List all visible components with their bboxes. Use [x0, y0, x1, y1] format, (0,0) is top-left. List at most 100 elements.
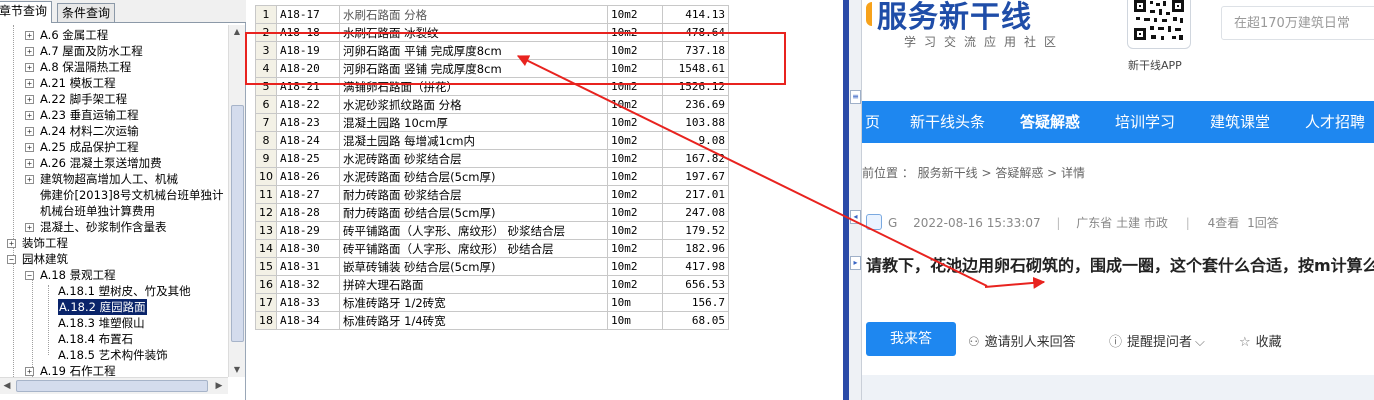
table-row[interactable]: 14 A18-30 砖平铺路面（人字形、席纹形） 砂结合层 10m2 182.96 [255, 239, 729, 258]
code-cell[interactable]: A18-34 [276, 311, 340, 330]
scroll-thumb[interactable] [231, 105, 244, 342]
row-number-cell[interactable]: 11 [255, 185, 277, 204]
row-number-cell[interactable]: 14 [255, 239, 277, 258]
scroll-right-icon[interactable]: ▶ [212, 379, 226, 393]
expand-icon[interactable]: + [25, 127, 34, 136]
row-number-cell[interactable]: 1 [255, 5, 277, 24]
table-row[interactable]: 6 A18-22 水泥砂浆抓纹路面 分格 10m2 236.69 [255, 95, 729, 114]
price-cell[interactable]: 247.08 [662, 203, 729, 222]
unit-cell[interactable]: 10m2 [607, 95, 663, 114]
price-cell[interactable]: 656.53 [662, 275, 729, 294]
row-number-cell[interactable]: 9 [255, 149, 277, 168]
row-number-cell[interactable]: 7 [255, 113, 277, 132]
scroll-down-icon[interactable]: ▼ [230, 363, 244, 377]
tree-item[interactable]: + A.22 脚手架工程 [0, 91, 226, 107]
price-cell[interactable]: 414.13 [662, 5, 729, 24]
unit-cell[interactable]: 10m2 [607, 113, 663, 132]
code-cell[interactable]: A18-26 [276, 167, 340, 186]
tree-horizontal-scrollbar[interactable]: ◀ ▶ [0, 377, 228, 394]
table-row[interactable]: 1 A18-17 水刷石路面 分格 10m2 414.13 [255, 5, 729, 24]
table-row[interactable]: 16 A18-32 拼碎大理石路面 10m2 656.53 [255, 275, 729, 294]
tree-vertical-scrollbar[interactable]: ▲ ▼ [228, 25, 245, 377]
price-cell[interactable]: 217.01 [662, 185, 729, 204]
code-cell[interactable]: A18-27 [276, 185, 340, 204]
unit-cell[interactable]: 10m2 [607, 149, 663, 168]
name-cell[interactable]: 耐力砖路面 砂结合层(5cm厚) [339, 203, 608, 222]
tree-item[interactable]: + 混凝土、砂浆制作含量表 [0, 219, 226, 235]
nav-item-classroom[interactable]: 建筑课堂 [1210, 101, 1270, 143]
table-row[interactable]: 18 A18-34 标准砖路牙 1/4砖宽 10m 68.05 [255, 311, 729, 330]
tree-item[interactable]: 佛建价[2013]8号文机械台班单独计 [0, 187, 226, 203]
expand-icon[interactable]: + [25, 143, 34, 152]
expand-icon[interactable]: + [25, 79, 34, 88]
code-cell[interactable]: A18-30 [276, 239, 340, 258]
nav-item-jobs[interactable]: 人才招聘 [1305, 101, 1365, 143]
expand-icon[interactable]: + [25, 47, 34, 56]
row-number-cell[interactable]: 10 [255, 167, 277, 186]
site-search-input[interactable]: 在超170万建筑日常 [1221, 6, 1374, 40]
tree-item[interactable]: − 园林建筑 [0, 251, 226, 267]
breadcrumb[interactable]: 前位置 ： 服务新干线 > 答疑解惑 > 详情 [862, 164, 1085, 181]
expand-icon[interactable]: + [25, 95, 34, 104]
row-number-cell[interactable]: 15 [255, 257, 277, 276]
code-cell[interactable]: A18-29 [276, 221, 340, 240]
collapse-icon[interactable]: − [7, 255, 16, 264]
collapse-icon[interactable]: − [25, 271, 34, 280]
price-cell[interactable]: 156.7 [662, 293, 729, 312]
invite-answer-link[interactable]: ⚇ 邀请别人来回答 [968, 331, 1076, 350]
table-row[interactable]: 9 A18-25 水泥砖路面 砂浆结合层 10m2 167.82 [255, 149, 729, 168]
tree-item[interactable]: + A.26 混凝土泵送增加费 [0, 155, 226, 171]
unit-cell[interactable]: 10m2 [607, 131, 663, 150]
scroll-up-icon[interactable]: ▲ [230, 25, 244, 39]
price-cell[interactable]: 9.08 [662, 131, 729, 150]
row-number-cell[interactable]: 18 [255, 311, 277, 330]
tree-item[interactable]: + A.25 成品保护工程 [0, 139, 226, 155]
expand-icon[interactable]: + [25, 31, 34, 40]
expand-icon[interactable]: + [25, 223, 34, 232]
code-cell[interactable]: A18-23 [276, 113, 340, 132]
row-number-cell[interactable]: 8 [255, 131, 277, 150]
tree-item-selected[interactable]: A.18.2 庭园路面 [0, 298, 226, 316]
table-row[interactable]: 10 A18-26 水泥砖路面 砂结合层(5cm厚) 10m2 197.67 [255, 167, 729, 186]
code-cell[interactable]: A18-24 [276, 131, 340, 150]
tree-item[interactable]: + 装饰工程 [0, 235, 226, 251]
collapse-handle-icon[interactable]: ≡ [850, 90, 861, 104]
name-cell[interactable]: 砖平铺路面（人字形、席纹形） 砂浆结合层 [339, 221, 608, 240]
table-row[interactable]: 15 A18-31 嵌草砖铺装 砂结合层(5cm厚) 10m2 417.98 [255, 257, 729, 276]
tab-chapter-query[interactable]: 章节查询 [0, 1, 53, 23]
unit-cell[interactable]: 10m2 [607, 185, 663, 204]
code-cell[interactable]: A18-28 [276, 203, 340, 222]
code-cell[interactable]: A18-22 [276, 95, 340, 114]
unit-cell[interactable]: 10m2 [607, 5, 663, 24]
scroll-thumb[interactable] [16, 380, 208, 392]
unit-cell[interactable]: 10m [607, 293, 663, 312]
name-cell[interactable]: 混凝土园路 每增减1cm内 [339, 131, 608, 150]
remind-asker-link[interactable]: ⓘ 提醒提问者 ⌵ [1109, 331, 1210, 350]
table-row[interactable]: 7 A18-23 混凝土园路 10cm厚 10m2 103.88 [255, 113, 729, 132]
tree-item[interactable]: A.18.3 堆塑假山 [0, 315, 226, 331]
price-cell[interactable]: 236.69 [662, 95, 729, 114]
tree-item[interactable]: A.18.1 塑树皮、竹及其他 [0, 283, 226, 299]
tree-item[interactable]: + 建筑物超高增加人工、机械 [0, 171, 226, 187]
expand-icon[interactable]: + [7, 239, 16, 248]
unit-cell[interactable]: 10m2 [607, 167, 663, 186]
expand-icon[interactable]: + [25, 111, 34, 120]
tree-item[interactable]: + A.24 材料二次运输 [0, 123, 226, 139]
tree-item[interactable]: + A.21 模板工程 [0, 75, 226, 91]
code-cell[interactable]: A18-25 [276, 149, 340, 168]
table-row[interactable]: 13 A18-29 砖平铺路面（人字形、席纹形） 砂浆结合层 10m2 179.52 [255, 221, 729, 240]
app-download-label[interactable]: 新干线APP [1128, 57, 1182, 73]
tree-item[interactable]: + A.7 屋面及防水工程 [0, 43, 226, 59]
table-row[interactable]: 8 A18-24 混凝土园路 每增减1cm内 10m2 9.08 [255, 131, 729, 150]
nav-item-headlines[interactable]: 新干线头条 [910, 101, 985, 143]
unit-cell[interactable]: 10m2 [607, 257, 663, 276]
name-cell[interactable]: 耐力砖路面 砂浆结合层 [339, 185, 608, 204]
tree-item[interactable]: A.18.4 布置石 [0, 331, 226, 347]
table-row[interactable]: 12 A18-28 耐力砖路面 砂结合层(5cm厚) 10m2 247.08 [255, 203, 729, 222]
tree-item[interactable]: + A.19 石作工程 [0, 363, 226, 377]
asker-name[interactable]: G [888, 216, 897, 230]
price-cell[interactable]: 179.52 [662, 221, 729, 240]
row-number-cell[interactable]: 13 [255, 221, 277, 240]
code-cell[interactable]: A18-17 [276, 5, 340, 24]
tree-item[interactable]: − A.18 景观工程 [0, 267, 226, 283]
